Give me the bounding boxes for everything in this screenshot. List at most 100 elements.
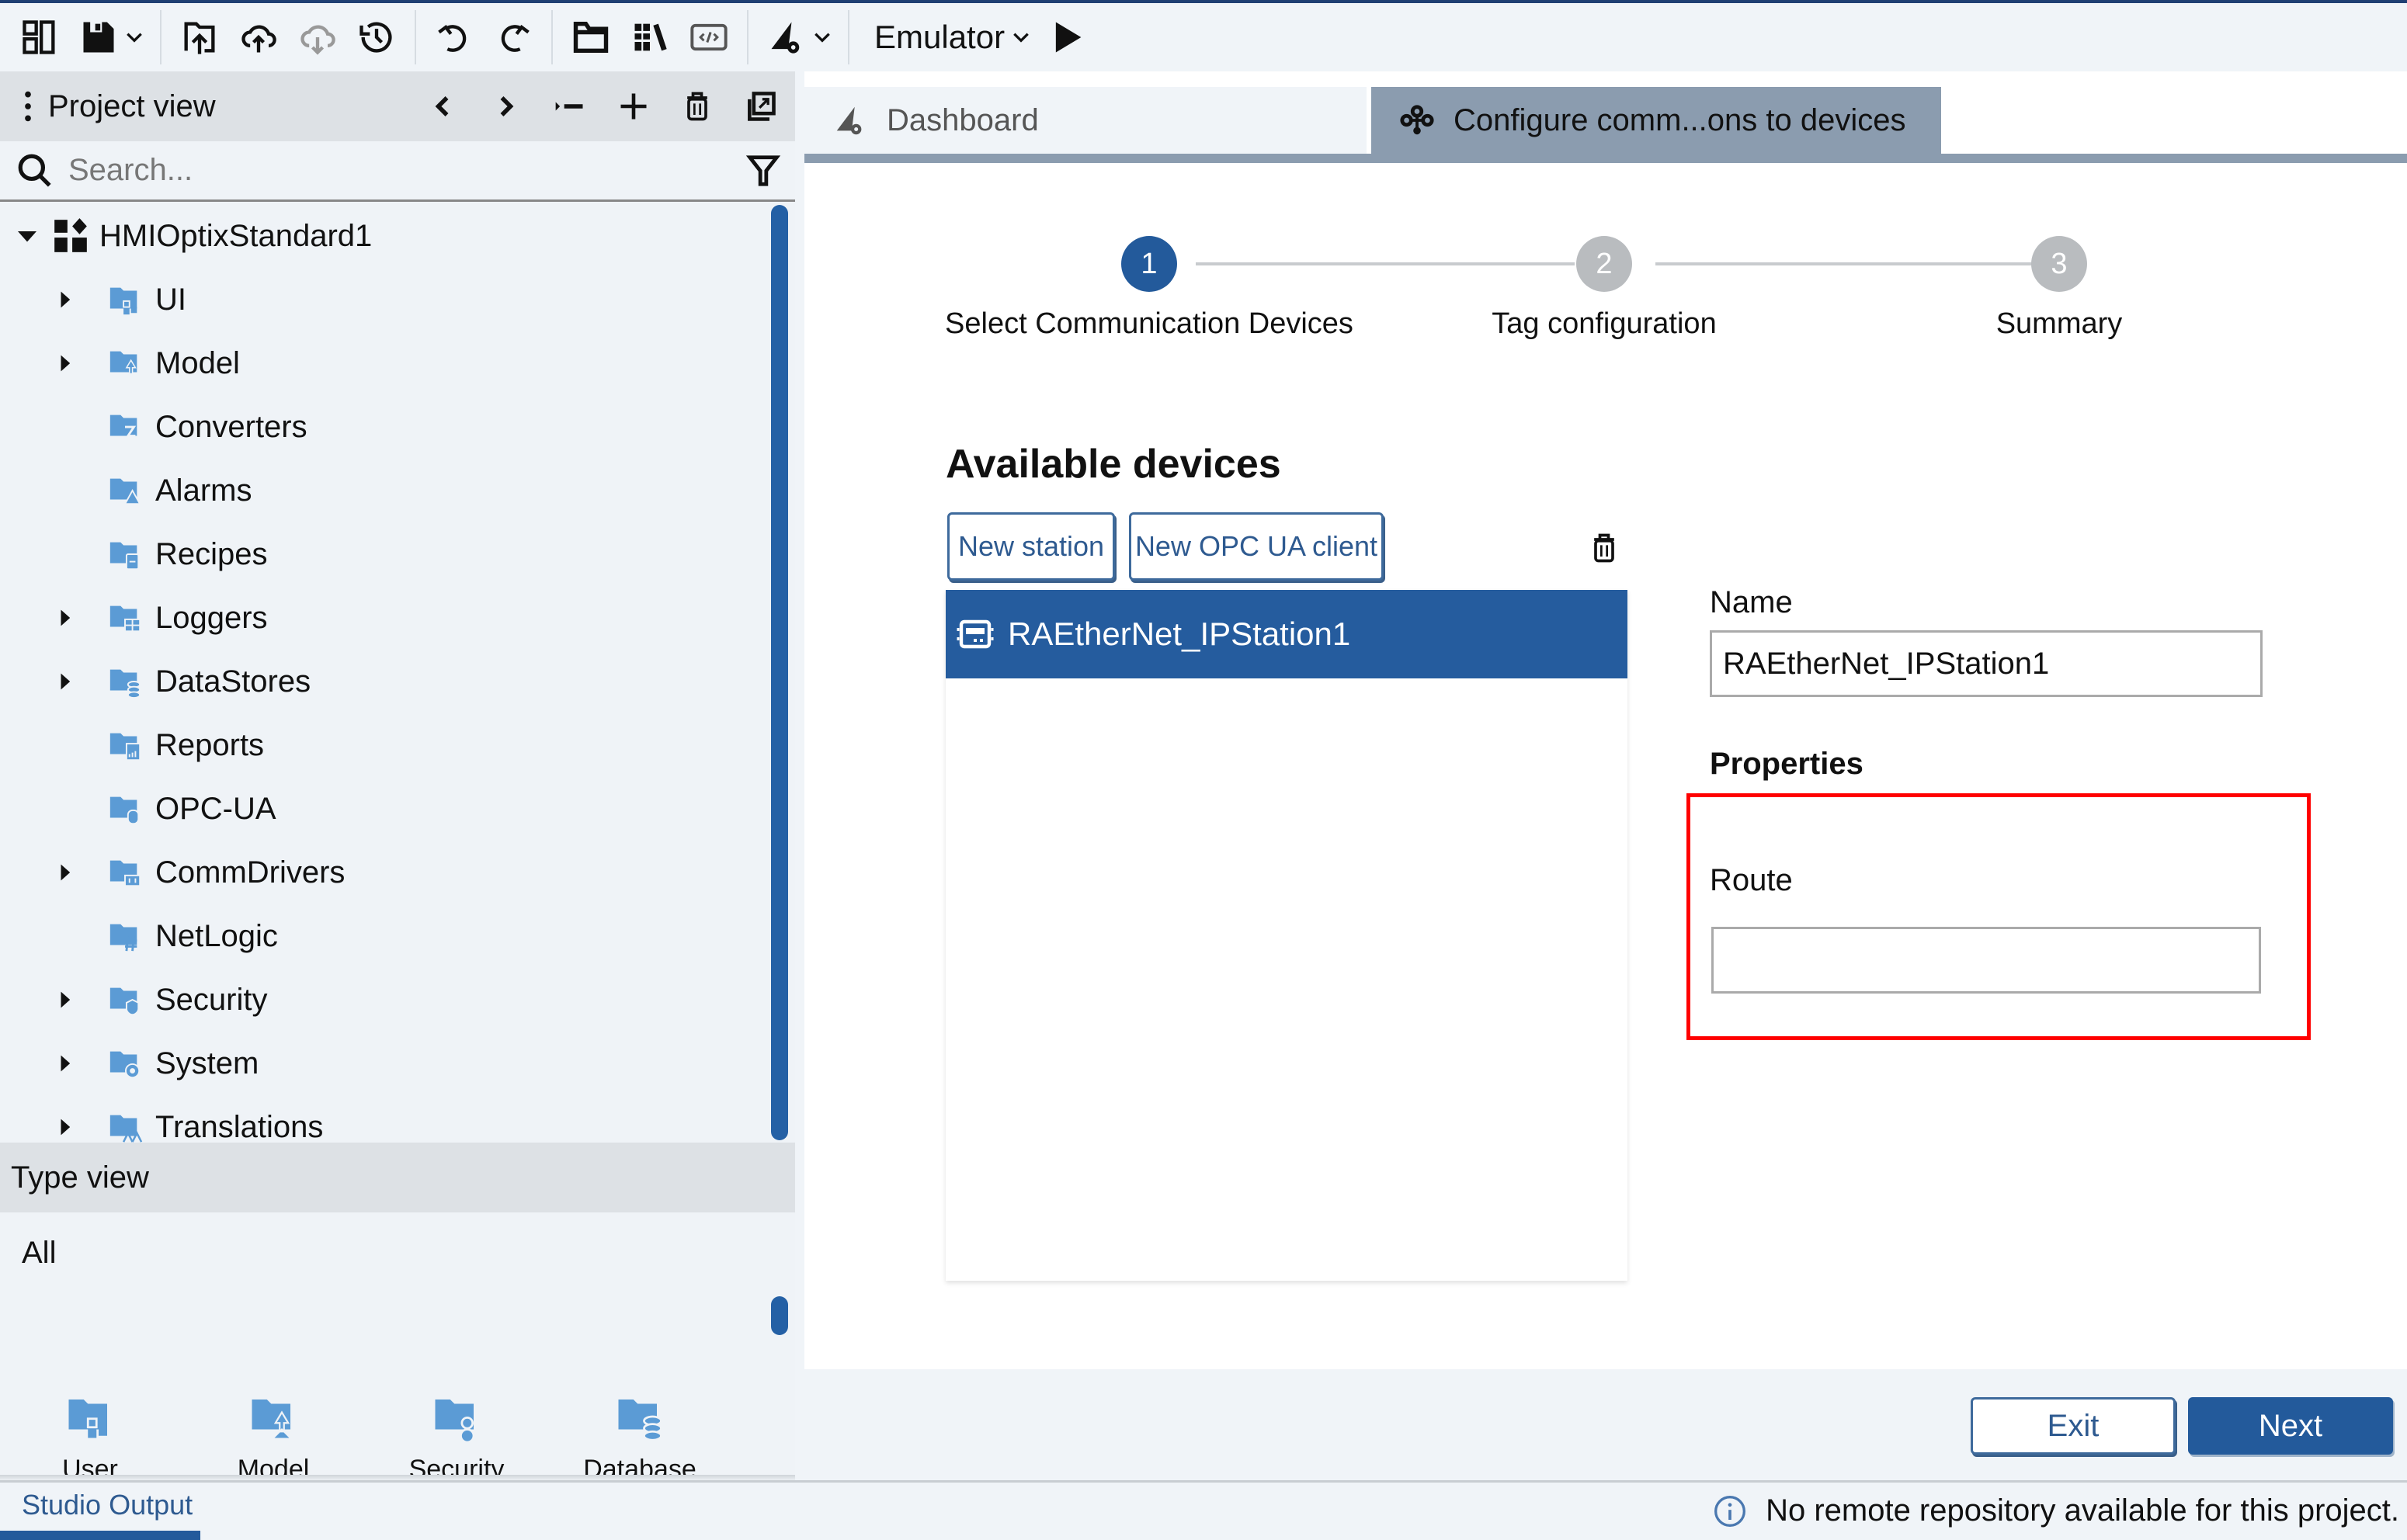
type-item-security[interactable]: Security (379, 1391, 534, 1486)
caret-right-icon[interactable] (54, 352, 78, 375)
device-list-item[interactable]: RAEtherNet_IPStation1 (946, 590, 1627, 678)
properties-label: Properties (1710, 747, 1863, 781)
exit-button[interactable]: Exit (1971, 1397, 2176, 1455)
network-nodes-icon (1400, 105, 1434, 135)
tree-item-alarms[interactable]: Alarms (54, 460, 252, 522)
more-vertical-icon[interactable] (23, 89, 33, 123)
dashboard-icon (836, 106, 862, 135)
main-toolbar: Emulator (0, 3, 2407, 71)
tree-item-label: Loggers (155, 600, 268, 635)
tree-item-recipes[interactable]: Recipes (54, 523, 268, 585)
system-folder-icon (109, 1051, 141, 1079)
alarms-folder-icon (109, 478, 141, 505)
new-station-button[interactable]: New station (947, 512, 1115, 581)
highlight-annotation (1686, 793, 2311, 1040)
project-view-actions (402, 71, 795, 141)
undo-button[interactable] (430, 13, 478, 61)
tree-item-opc-ua[interactable]: OPC-UA (54, 778, 276, 840)
run-target-dropdown[interactable] (1009, 13, 1033, 61)
step-connector (1196, 262, 1575, 265)
code-button[interactable] (685, 13, 733, 61)
tree-item-label: OPC-UA (155, 791, 276, 826)
layout-button[interactable] (16, 13, 64, 61)
tab-dashboard[interactable]: Dashboard (804, 87, 1367, 154)
tree-item-converters[interactable]: Converters (54, 396, 307, 458)
caret-right-icon[interactable] (54, 1115, 78, 1139)
caret-right-icon[interactable] (54, 988, 78, 1011)
code-icon (690, 23, 728, 51)
tree-item-loggers[interactable]: Loggers (54, 587, 268, 649)
tree-item-netlogic[interactable]: NetLogic (54, 905, 278, 967)
tree-item-translations[interactable]: Translations (54, 1096, 323, 1144)
caret-right-icon[interactable] (54, 288, 78, 311)
tree-item-label: CommDrivers (155, 855, 346, 890)
next-button[interactable]: Next (2188, 1397, 2393, 1455)
filter-icon[interactable] (745, 153, 781, 189)
project-search-input[interactable] (68, 153, 728, 188)
project-tree-scrollbar[interactable] (771, 205, 788, 1140)
delete-device-button[interactable] (1582, 525, 1626, 571)
type-view-filter[interactable]: All (22, 1236, 56, 1271)
deploy-settings-button[interactable] (762, 13, 811, 61)
editor-area: Dashboard Configure comm...ons to device… (804, 71, 2407, 1480)
tree-item-reports[interactable]: Reports (54, 714, 264, 776)
caret-down-icon[interactable] (16, 224, 39, 248)
type-item-model[interactable]: Model (196, 1391, 351, 1486)
database-folder-icon (618, 1400, 662, 1441)
redo-button[interactable] (489, 13, 537, 61)
studio-output-tab[interactable]: Studio Output (22, 1489, 193, 1521)
security-folder-icon (435, 1400, 475, 1442)
trash-icon (687, 92, 707, 121)
save-dropdown[interactable] (123, 13, 146, 61)
status-message: No remote repository available for this … (1713, 1493, 2399, 1528)
editor-tabs: Dashboard Configure comm...ons to device… (804, 71, 2407, 163)
tree-item-datastores[interactable]: DataStores (54, 650, 311, 713)
tree-item-model[interactable]: Model (54, 332, 240, 394)
open-in-new-window-button[interactable] (738, 83, 784, 130)
caret-spacer (54, 797, 78, 820)
info-icon (1714, 1495, 1746, 1527)
caret-spacer (54, 734, 78, 757)
open-folder-button[interactable] (567, 13, 615, 61)
tree-root[interactable]: HMIOptixStandard1 (16, 205, 372, 267)
cloud-download-button[interactable] (293, 13, 342, 61)
type-item-database[interactable]: Database (562, 1391, 717, 1486)
navigate-forward-button[interactable] (483, 83, 530, 130)
run-target-select[interactable]: Emulator (874, 19, 1005, 56)
navigate-back-button[interactable] (419, 83, 466, 130)
tab-configure-communications[interactable]: Configure comm...ons to devices (1371, 87, 1941, 154)
deploy-dropdown[interactable] (811, 13, 834, 61)
caret-right-icon[interactable] (54, 670, 78, 693)
device-name-input[interactable] (1710, 630, 2263, 697)
upload-project-button[interactable] (175, 13, 224, 61)
caret-right-icon[interactable] (54, 1052, 78, 1075)
name-label: Name (1710, 585, 1793, 619)
add-button[interactable] (610, 83, 657, 130)
tree-item-system[interactable]: System (54, 1032, 259, 1094)
history-button[interactable] (353, 13, 401, 61)
caret-right-icon[interactable] (54, 861, 78, 884)
device-list: RAEtherNet_IPStation1 (946, 590, 1627, 1281)
deploy-settings-icon (771, 22, 800, 54)
commdrivers-folder-icon (109, 860, 141, 887)
tree-item-security[interactable]: Security (54, 969, 268, 1031)
tree-item-ui[interactable]: UI (54, 269, 186, 331)
collapse-all-button[interactable] (547, 83, 593, 130)
step-2-indicator: 2 (1576, 236, 1632, 292)
new-opcua-client-button[interactable]: New OPC UA client (1129, 512, 1384, 581)
route-label: Route (1710, 863, 1793, 897)
type-view-scrollbar[interactable] (771, 1296, 788, 1335)
tree-item-commdrivers[interactable]: CommDrivers (54, 841, 345, 904)
route-input[interactable] (1711, 927, 2261, 994)
library-button[interactable] (626, 13, 674, 61)
save-button[interactable] (75, 13, 123, 61)
project-tree: HMIOptixStandard1 UI Model Converters Alarm… (0, 205, 769, 1144)
run-button[interactable] (1044, 13, 1092, 61)
cloud-upload-button[interactable] (234, 13, 283, 61)
chevron-down-icon (814, 33, 830, 43)
tree-item-label: Reports (155, 727, 265, 762)
delete-button[interactable] (674, 83, 721, 130)
tree-item-label: Security (155, 982, 268, 1017)
model-folder-icon (109, 351, 137, 375)
caret-right-icon[interactable] (54, 606, 78, 630)
